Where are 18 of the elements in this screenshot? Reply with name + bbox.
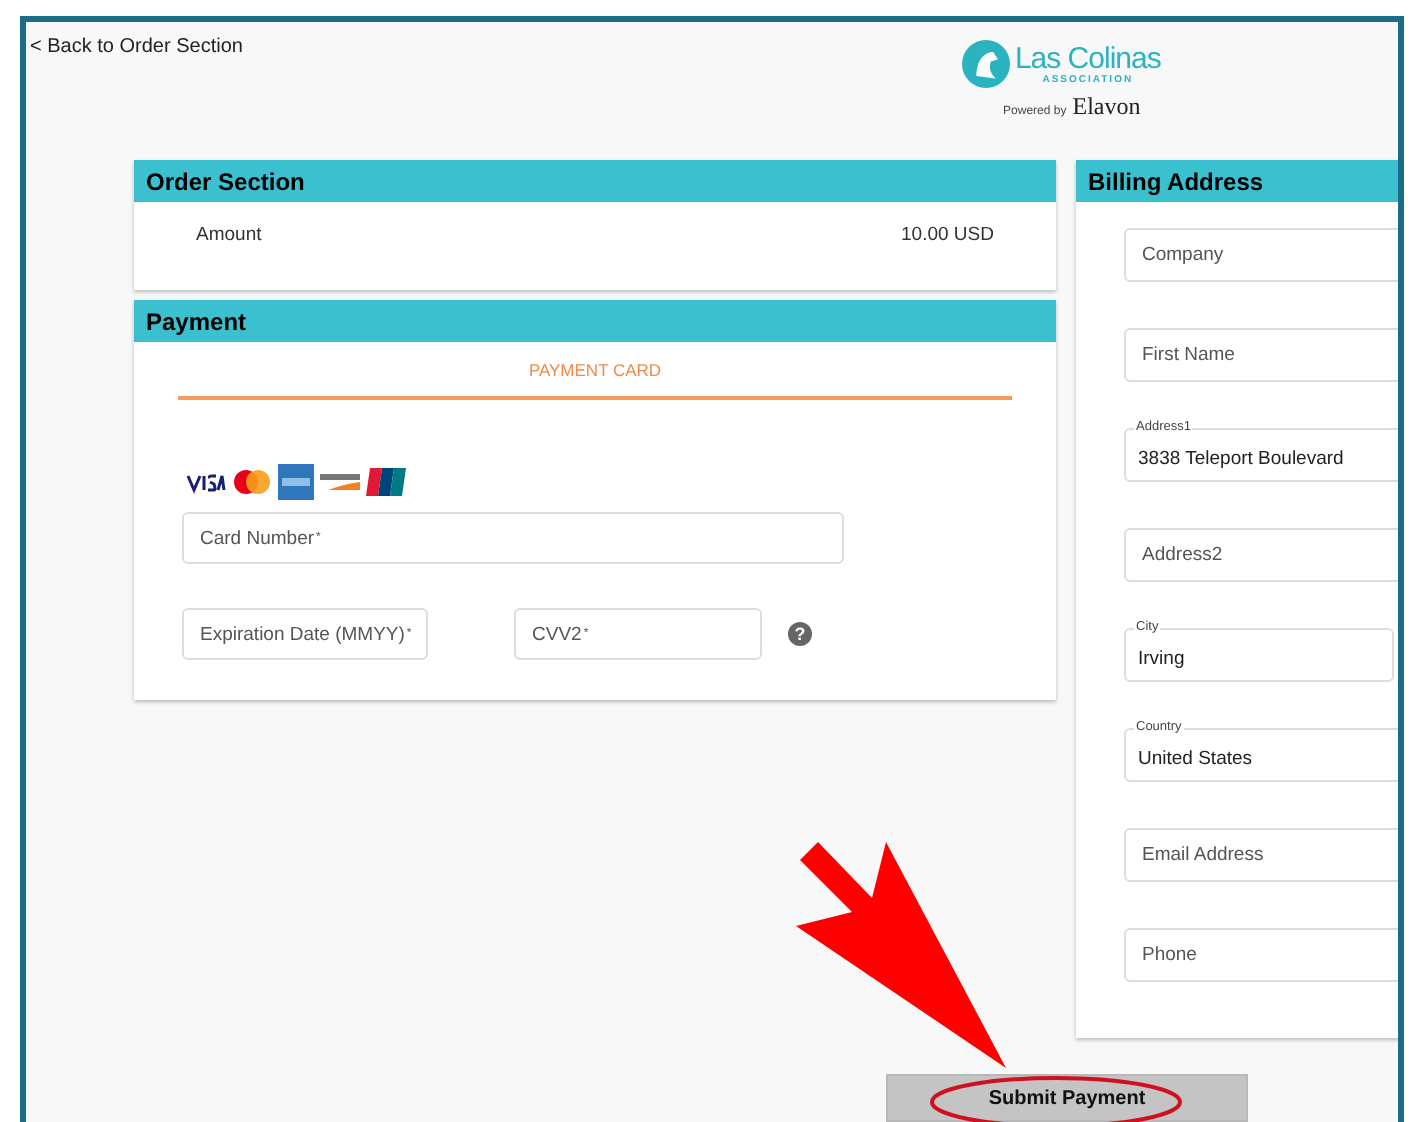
section-header: Billing Address: [1076, 160, 1398, 202]
section-header: Order Section: [134, 160, 1056, 202]
input-field[interactable]: Address2: [1124, 528, 1398, 582]
submit-button[interactable]: Submit Payment: [886, 1074, 1248, 1122]
input-field[interactable]: Phone: [1124, 928, 1398, 982]
logo-name: Las Colinas: [1014, 43, 1161, 73]
amount-label: Amount: [196, 224, 262, 246]
cvv-field[interactable]: CVV2$^{*}$: [514, 608, 762, 660]
help-icon[interactable]: ?: [788, 622, 812, 646]
input-field[interactable]: First Name: [1124, 328, 1398, 382]
card-number-field[interactable]: Card Number$^{*}$: [182, 512, 844, 564]
back-link[interactable]: < Back to Order Section: [30, 36, 243, 62]
input-field[interactable]: Email Address: [1124, 828, 1398, 882]
section-header: Payment: [134, 300, 1056, 342]
expiration-date-field[interactable]: Expiration Date (MMYY)$^{*}$: [182, 608, 428, 660]
partner-logo: Elavon: [1072, 92, 1141, 122]
amount-value: 10.00 USD: [901, 224, 994, 246]
input-field[interactable]: Company: [1124, 228, 1398, 282]
